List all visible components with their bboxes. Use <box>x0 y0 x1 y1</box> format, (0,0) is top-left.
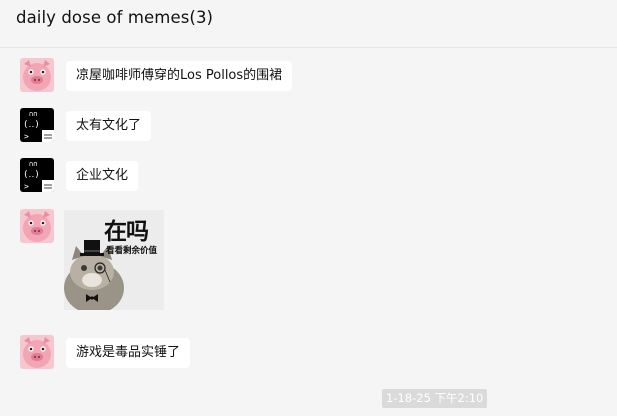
sticker-image[interactable]: 在吗 看看剩余价值 <box>64 210 164 310</box>
message-bubble[interactable]: 企业文化 <box>66 161 139 191</box>
message-timestamp: 1-18-25 下午2:10 <box>382 389 488 408</box>
pig-avatar[interactable] <box>20 209 54 243</box>
svg-text:(‥): (‥) <box>23 120 40 130</box>
pig-avatar[interactable] <box>20 335 54 369</box>
svg-text:(‥): (‥) <box>23 170 40 180</box>
svg-text:∩∩: ∩∩ <box>29 110 37 118</box>
message-bubble[interactable]: 太有文化了 <box>66 111 152 141</box>
svg-text:∩∩: ∩∩ <box>29 160 37 168</box>
bunny-terminal-avatar[interactable]: ∩∩ (‥) > <box>20 158 54 192</box>
message-bubble[interactable]: 凉屋咖啡师傅穿的Los Pollos的围裙 <box>66 61 293 91</box>
svg-text:>: > <box>24 182 29 191</box>
sticker-caption: 在吗 <box>104 219 149 245</box>
chat-header: daily dose of memes(3) <box>0 0 617 48</box>
bunny-terminal-avatar[interactable]: ∩∩ (‥) > <box>20 108 54 142</box>
svg-text:>: > <box>24 132 29 141</box>
pig-avatar[interactable] <box>20 58 54 92</box>
message-bubble[interactable]: 游戏是毒品实锤了 <box>66 338 191 368</box>
sticker-subcaption: 看看剩余价值 <box>106 246 158 256</box>
chat-title: daily dose of memes(3) <box>16 8 214 27</box>
